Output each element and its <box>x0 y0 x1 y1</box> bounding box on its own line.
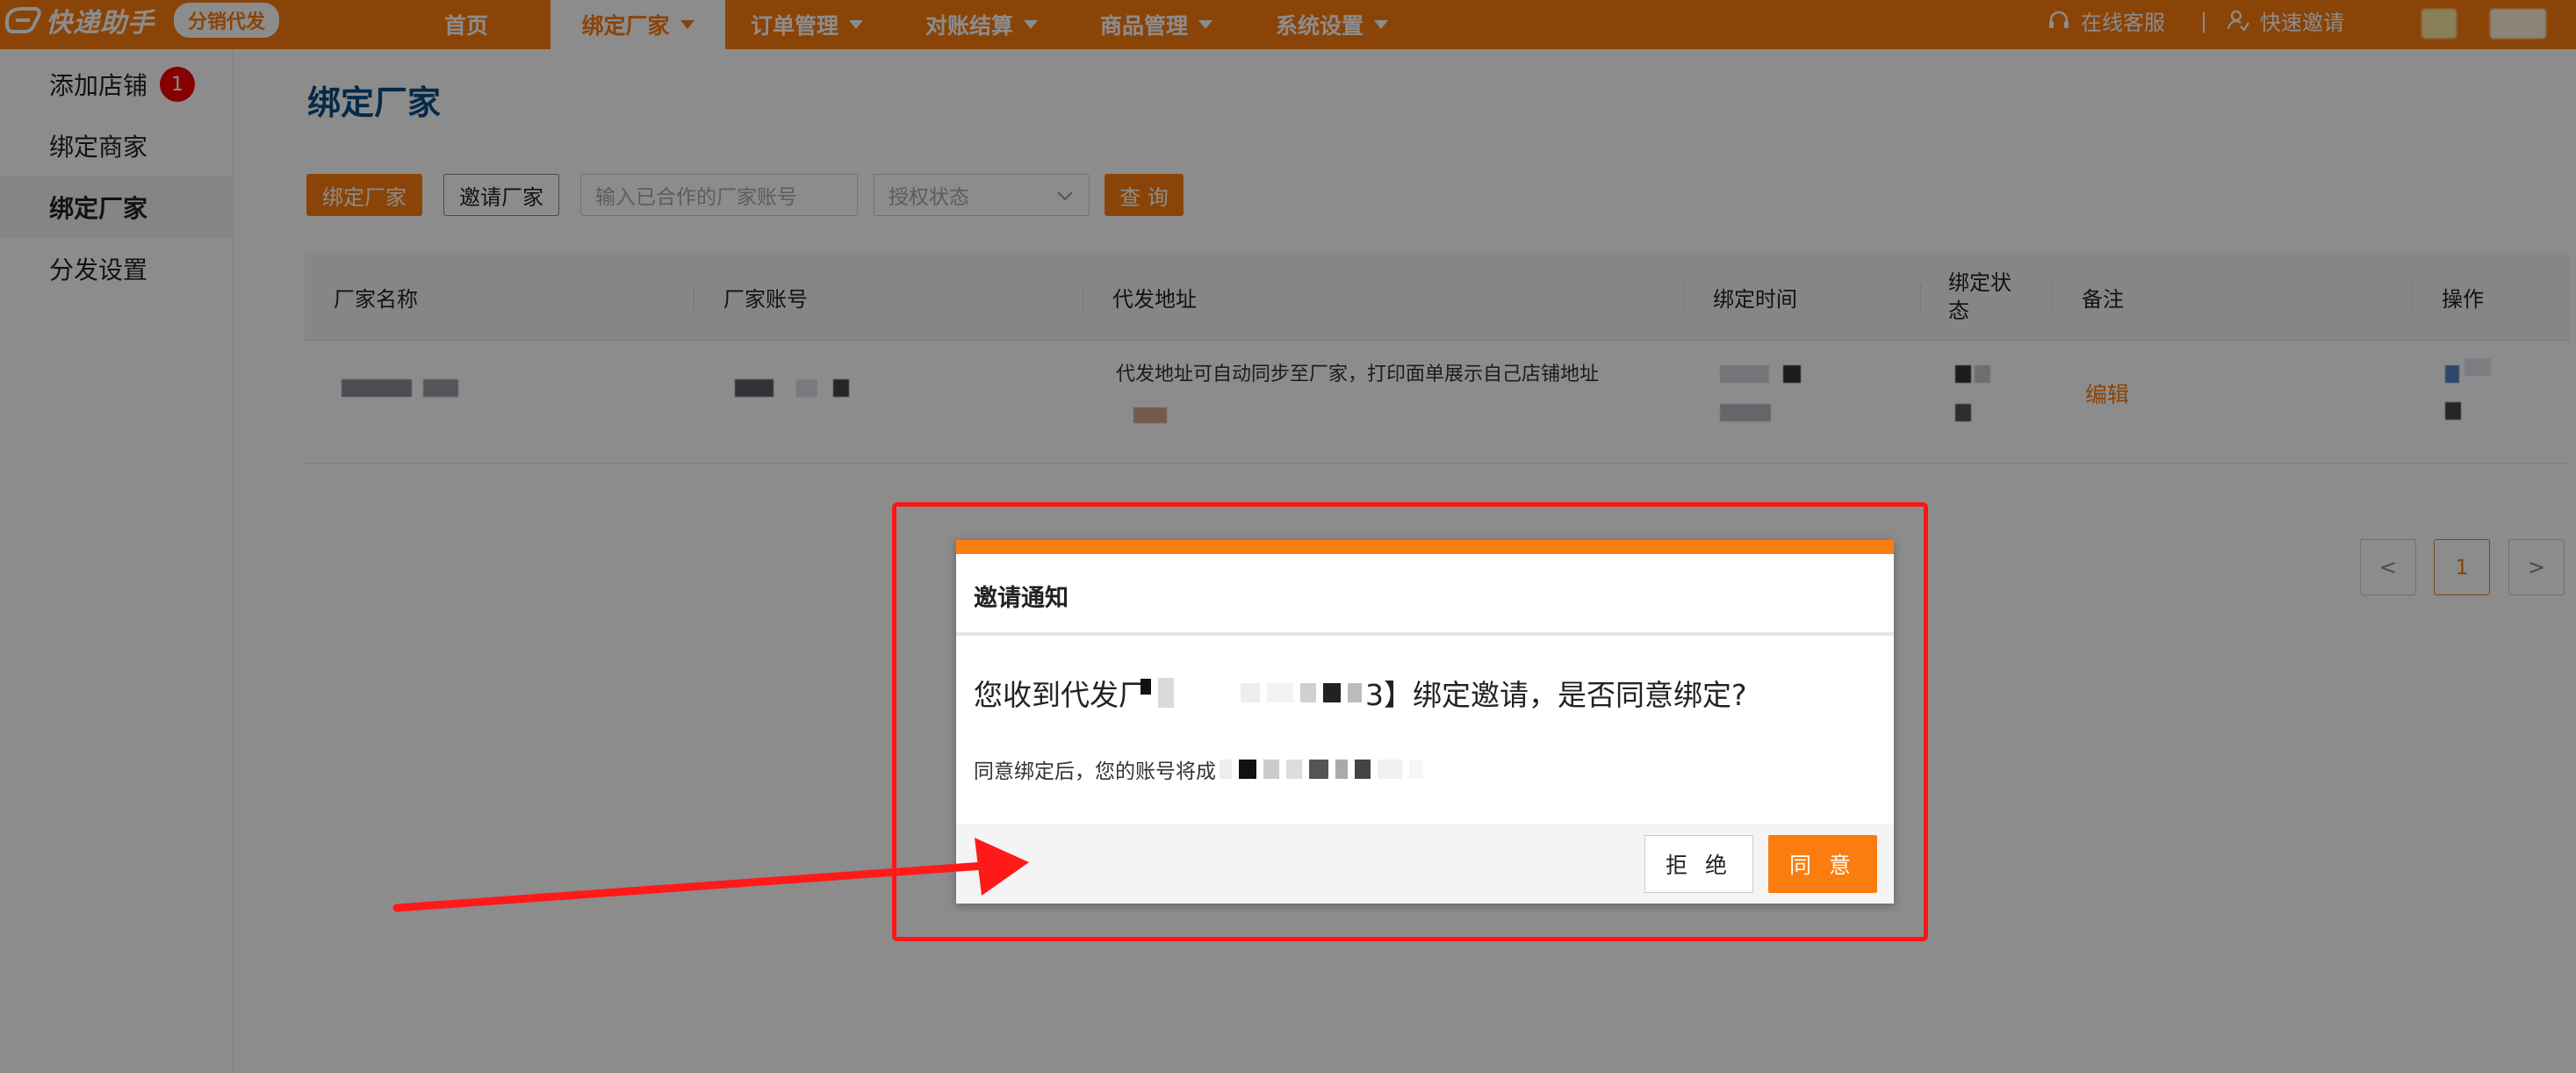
annotation-arrow-icon <box>392 838 1029 912</box>
